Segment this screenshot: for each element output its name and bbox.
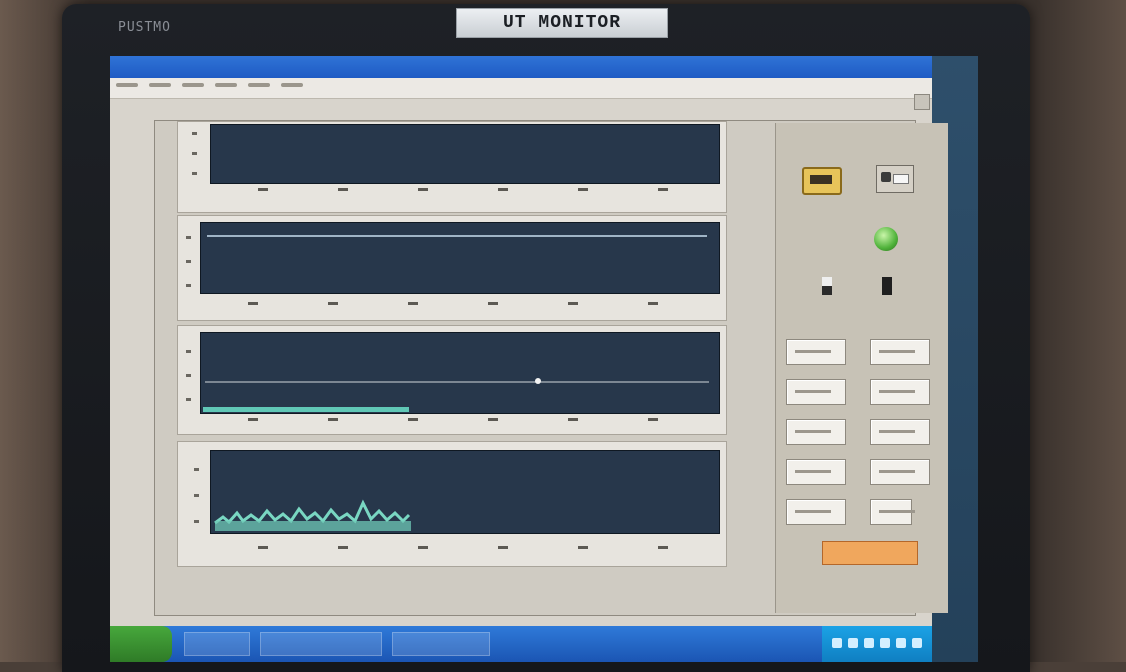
tray-icon[interactable] xyxy=(880,638,890,648)
y-tick xyxy=(186,284,191,287)
start-button[interactable] xyxy=(110,626,172,662)
chart-panel-3 xyxy=(177,325,727,435)
input-field[interactable] xyxy=(786,499,846,525)
toggle-switch[interactable] xyxy=(882,277,892,295)
x-tick xyxy=(418,546,428,549)
window-titlebar[interactable] xyxy=(110,56,932,78)
x-tick xyxy=(488,418,498,421)
plot-area-4[interactable] xyxy=(210,450,720,534)
y-tick xyxy=(192,172,197,175)
folder-icon[interactable] xyxy=(802,167,842,195)
chart-panel-2 xyxy=(177,215,727,321)
input-field[interactable] xyxy=(786,459,846,485)
x-tick xyxy=(328,418,338,421)
toggle-switch[interactable] xyxy=(822,277,832,295)
led-icon xyxy=(874,227,898,251)
x-tick xyxy=(568,302,578,305)
menu-item[interactable] xyxy=(248,83,271,87)
x-tick xyxy=(248,418,258,421)
input-field[interactable] xyxy=(870,379,930,405)
y-tick xyxy=(194,494,199,497)
y-tick xyxy=(186,350,191,353)
input-field[interactable] xyxy=(870,499,915,525)
stop-button[interactable] xyxy=(822,541,918,565)
camera-icon[interactable] xyxy=(876,165,914,193)
y-tick xyxy=(186,398,191,401)
x-tick xyxy=(648,418,658,421)
y-tick xyxy=(194,520,199,523)
input-field[interactable] xyxy=(786,379,846,405)
menu-item[interactable] xyxy=(116,83,138,87)
signal-trace xyxy=(203,407,409,412)
x-tick xyxy=(328,302,338,305)
x-tick xyxy=(578,546,588,549)
tray-icon[interactable] xyxy=(912,638,922,648)
main-panel xyxy=(154,120,948,616)
chart-panel-1 xyxy=(177,121,727,213)
signal-trace xyxy=(207,235,707,237)
signal-trace xyxy=(205,381,709,383)
input-field[interactable] xyxy=(870,419,930,445)
window-restore-button[interactable] xyxy=(914,94,930,110)
x-tick xyxy=(418,188,428,191)
y-tick xyxy=(186,236,191,239)
tray-icon[interactable] xyxy=(848,638,858,648)
x-tick xyxy=(578,188,588,191)
control-panel xyxy=(775,123,948,613)
x-tick xyxy=(498,188,508,191)
menu-item[interactable] xyxy=(182,83,205,87)
x-tick xyxy=(258,546,268,549)
input-field[interactable] xyxy=(786,339,846,365)
menu-item[interactable] xyxy=(149,83,172,87)
x-tick xyxy=(498,546,508,549)
input-field[interactable] xyxy=(786,419,846,445)
app-window xyxy=(110,56,948,626)
chart-panel-4 xyxy=(177,441,727,567)
monitor-brand: PUSTMO xyxy=(118,20,171,35)
x-tick xyxy=(658,546,668,549)
x-tick xyxy=(338,188,348,191)
x-tick xyxy=(258,188,268,191)
tray-icon[interactable] xyxy=(832,638,842,648)
x-tick xyxy=(248,302,258,305)
x-tick xyxy=(658,188,668,191)
x-tick xyxy=(568,418,578,421)
input-field[interactable] xyxy=(870,459,930,485)
taskbar-item[interactable] xyxy=(392,632,490,656)
y-tick xyxy=(192,152,197,155)
cursor-marker[interactable] xyxy=(535,378,541,384)
system-tray xyxy=(822,626,932,662)
x-tick xyxy=(488,302,498,305)
y-tick xyxy=(186,374,191,377)
x-tick xyxy=(408,418,418,421)
taskbar xyxy=(110,626,932,662)
tray-icon[interactable] xyxy=(864,638,874,648)
taskbar-item[interactable] xyxy=(184,632,250,656)
y-tick xyxy=(194,468,199,471)
x-tick xyxy=(408,302,418,305)
y-tick xyxy=(192,132,197,135)
signal-waveform xyxy=(214,499,411,531)
x-tick xyxy=(338,546,348,549)
x-tick xyxy=(648,302,658,305)
input-field[interactable] xyxy=(870,339,930,365)
menu-item[interactable] xyxy=(281,83,304,87)
monitor-label: UT MONITOR xyxy=(456,8,668,38)
plot-area-2[interactable] xyxy=(200,222,720,294)
tray-icon[interactable] xyxy=(896,638,906,648)
menu-bar xyxy=(110,78,932,99)
y-tick xyxy=(186,260,191,263)
plot-area-3[interactable] xyxy=(200,332,720,414)
plot-area-1[interactable] xyxy=(210,124,720,184)
taskbar-item[interactable] xyxy=(260,632,382,656)
menu-item[interactable] xyxy=(215,83,238,87)
screen xyxy=(110,56,978,662)
